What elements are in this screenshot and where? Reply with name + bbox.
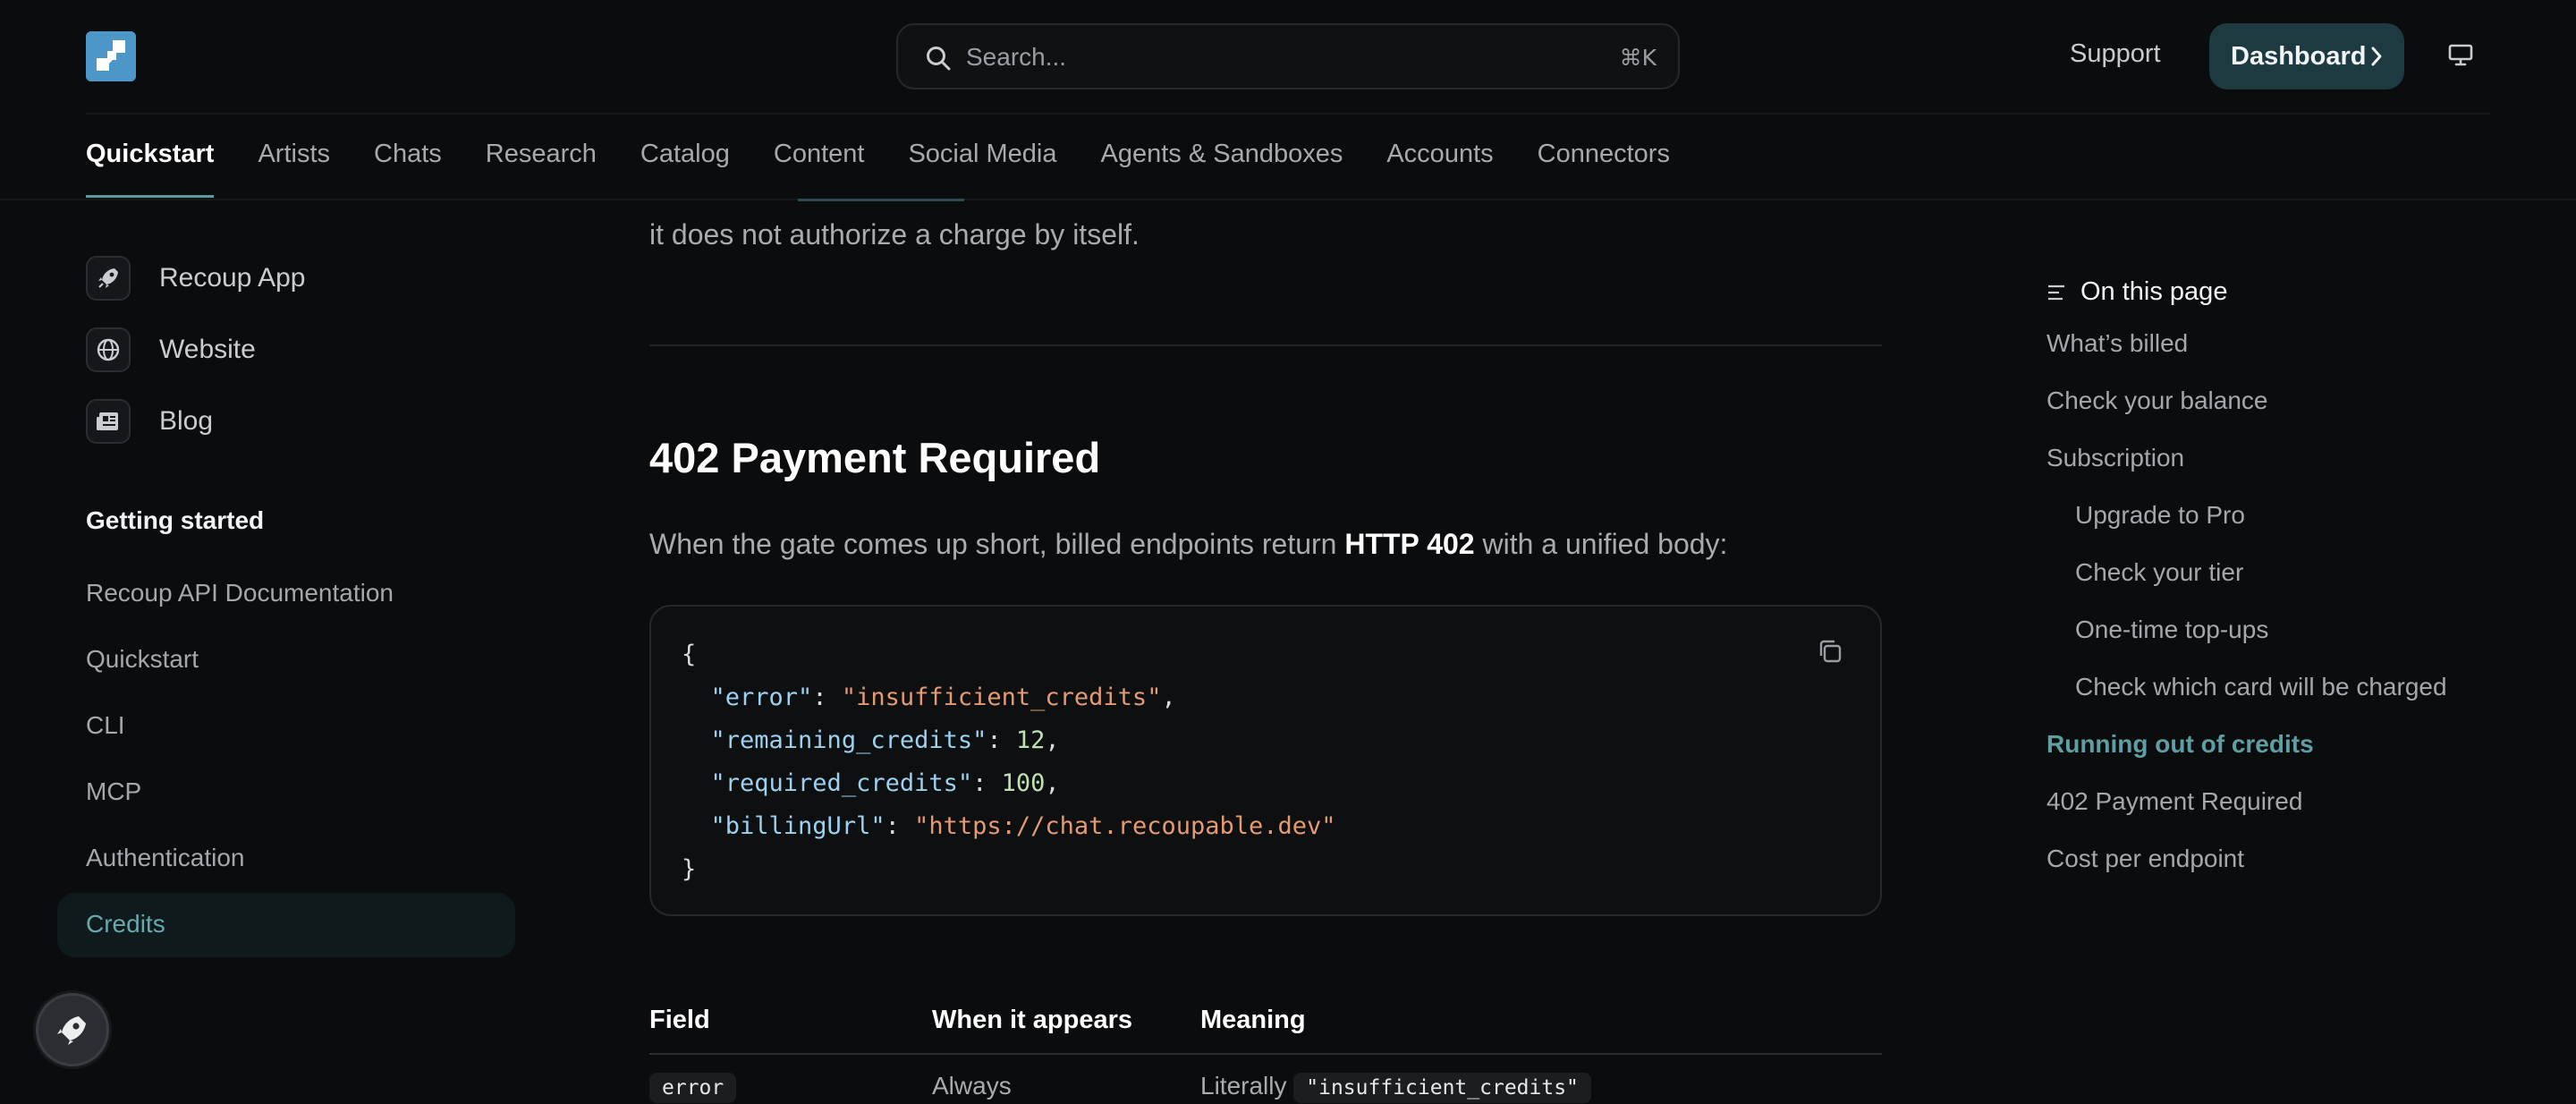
code-comma: ,	[1161, 684, 1176, 711]
search-bar[interactable]: Search... ⌘K	[896, 23, 1680, 89]
dashboard-button[interactable]: Dashboard	[2209, 23, 2404, 89]
code-brace: {	[682, 641, 697, 668]
sidebar-link-blog[interactable]: Blog	[86, 399, 213, 444]
search-icon	[927, 47, 951, 71]
code-value: 100	[1001, 769, 1046, 797]
rocket-icon	[86, 256, 131, 301]
code-value: "insufficient_credits"	[841, 684, 1162, 711]
support-link[interactable]: Support	[2070, 39, 2161, 69]
tab-artists[interactable]: Artists	[258, 140, 330, 175]
table-cell-meaning: Literally "insufficient_credits"	[1200, 1072, 1591, 1103]
paragraph-text: with a unified body:	[1474, 528, 1728, 560]
code-value: "https://chat.recoupable.dev"	[914, 812, 1336, 840]
table-divider	[649, 1053, 1882, 1055]
assistant-button[interactable]	[36, 993, 109, 1066]
tab-social-media[interactable]: Social Media	[908, 140, 1056, 175]
sidebar-item-credits[interactable]: Credits	[86, 910, 165, 938]
meaning-text: Literally	[1200, 1072, 1287, 1100]
copy-icon[interactable]	[1816, 637, 1844, 666]
newspaper-icon	[86, 399, 131, 444]
sidebar-section-title: Getting started	[86, 506, 265, 534]
logo-icon[interactable]	[86, 31, 136, 81]
toc-item-check-your-balance[interactable]: Check your balance	[2046, 386, 2267, 415]
toc-item-subscription[interactable]: Subscription	[2046, 444, 2184, 472]
sidebar-item-recoup-api-documentation[interactable]: Recoup API Documentation	[86, 579, 394, 607]
tab-research[interactable]: Research	[486, 140, 597, 175]
table-header-field: Field	[649, 1006, 710, 1034]
toc-title: On this page	[2080, 277, 2228, 306]
toc-item-whats-billed[interactable]: What’s billed	[2046, 329, 2188, 358]
table-cell-when: Always	[932, 1072, 1012, 1100]
tab-quickstart[interactable]: Quickstart	[86, 140, 215, 198]
tabs-divider	[0, 199, 2576, 200]
tab-bar: Quickstart Artists Chats Research Catalo…	[86, 140, 1714, 198]
toc-item-one-time-top-ups[interactable]: One-time top-ups	[2075, 616, 2268, 644]
sidebar-link-label: Website	[159, 335, 256, 364]
code-comma: ,	[1045, 726, 1060, 754]
search-placeholder: Search...	[966, 43, 1067, 71]
code-key: "error"	[710, 684, 813, 711]
code-comma: ,	[1045, 769, 1060, 797]
sidebar-item-cli[interactable]: CLI	[86, 711, 125, 740]
sidebar-link-website[interactable]: Website	[86, 327, 256, 372]
code-key: "billingUrl"	[710, 812, 886, 840]
tab-catalog[interactable]: Catalog	[640, 140, 730, 175]
assistant-icon	[57, 1016, 86, 1045]
sidebar-item-mcp[interactable]: MCP	[86, 777, 141, 806]
tab-agents-sandboxes[interactable]: Agents & Sandboxes	[1100, 140, 1343, 175]
toc-item-check-which-card[interactable]: Check which card will be charged	[2075, 673, 2447, 701]
intro-text: it does not authorize a charge by itself…	[649, 218, 1140, 251]
paragraph-emphasis: HTTP 402	[1344, 528, 1475, 560]
top-header: Search... ⌘K Support Dashboard Quickstar…	[0, 0, 2576, 201]
toc-header: On this page	[2046, 277, 2227, 307]
toc-item-running-out-of-credits[interactable]: Running out of credits	[2046, 730, 2314, 759]
code-block: { "error": "insufficient_credits", "rema…	[649, 605, 1882, 916]
inline-code: "insufficient_credits"	[1293, 1073, 1591, 1103]
paragraph-text: When the gate comes up short, billed end…	[649, 528, 1345, 560]
list-icon	[2048, 284, 2064, 300]
code-value: 12	[1015, 726, 1046, 754]
code-key: "required_credits"	[710, 769, 973, 797]
monitor-icon[interactable]	[2447, 41, 2474, 68]
section-paragraph: When the gate comes up short, billed end…	[649, 528, 1727, 561]
scroll-indicator	[798, 199, 964, 201]
header-divider	[86, 113, 2490, 115]
section-divider	[649, 344, 1882, 346]
toc-item-upgrade-to-pro[interactable]: Upgrade to Pro	[2075, 501, 2245, 530]
tab-accounts[interactable]: Accounts	[1386, 140, 1493, 175]
globe-icon	[86, 327, 131, 372]
table-header-when: When it appears	[932, 1006, 1132, 1034]
toc-item-402-payment-required[interactable]: 402 Payment Required	[2046, 787, 2302, 816]
tab-chats[interactable]: Chats	[374, 140, 442, 175]
chevron-right-icon	[2371, 47, 2382, 66]
code-key: "remaining_credits"	[710, 726, 987, 754]
table-cell-field: error	[649, 1072, 737, 1103]
toc-item-cost-per-endpoint[interactable]: Cost per endpoint	[2046, 845, 2244, 873]
code-brace: }	[682, 855, 697, 883]
toc-item-check-your-tier[interactable]: Check your tier	[2075, 558, 2243, 587]
search-shortcut: ⌘K	[1619, 45, 1657, 71]
sidebar-link-label: Recoup App	[159, 263, 306, 293]
section-heading: 402 Payment Required	[649, 434, 1101, 481]
sidebar-item-quickstart[interactable]: Quickstart	[86, 645, 199, 674]
sidebar-link-recoup-app[interactable]: Recoup App	[86, 256, 305, 301]
dashboard-button-label: Dashboard	[2231, 41, 2367, 71]
table-header-meaning: Meaning	[1200, 1006, 1306, 1034]
inline-code: error	[649, 1073, 737, 1103]
sidebar-item-authentication[interactable]: Authentication	[86, 844, 244, 872]
sidebar-link-label: Blog	[159, 406, 214, 436]
tab-connectors[interactable]: Connectors	[1538, 140, 1670, 175]
code-content: { "error": "insufficient_credits", "rema…	[682, 641, 1336, 883]
tab-content[interactable]: Content	[774, 140, 865, 175]
